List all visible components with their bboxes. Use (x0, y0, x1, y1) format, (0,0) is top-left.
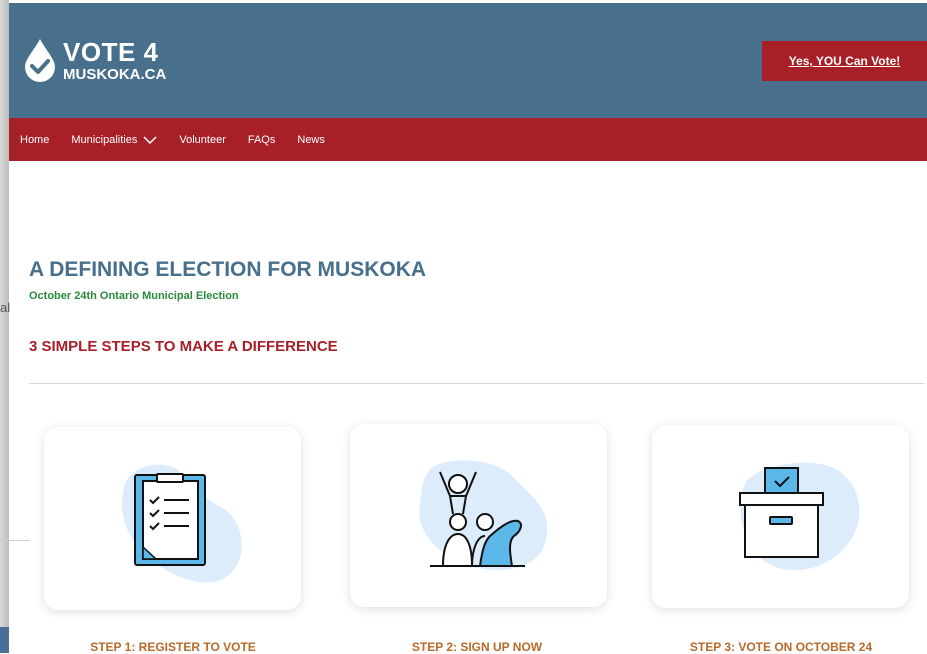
nav-item-home[interactable]: Home (20, 134, 49, 146)
step-3-label[interactable]: STEP 3: VOTE ON OCTOBER 24 (651, 640, 911, 654)
step-2-label[interactable]: STEP 2: SIGN UP NOW (347, 640, 607, 654)
site-logo[interactable]: VOTE 4 MUSKOKA.CA (23, 37, 166, 83)
ballot-box-icon (739, 462, 860, 571)
main-nav: Home Municipalities Volunteer FAQs News (9, 118, 927, 161)
section-divider (29, 383, 925, 384)
step-card-sign-up[interactable] (350, 424, 607, 607)
clipboard-icon (122, 464, 242, 583)
chevron-down-icon (143, 135, 157, 144)
nav-item-volunteer[interactable]: Volunteer (179, 134, 225, 146)
logo-title: VOTE 4 (63, 36, 159, 67)
nav-item-news[interactable]: News (297, 134, 325, 146)
background-divider (0, 540, 30, 541)
nav-item-municipalities[interactable]: Municipalities (71, 134, 157, 146)
section-heading: 3 SIMPLE STEPS TO MAKE A DIFFERENCE (29, 338, 338, 355)
background-partial-text: al (0, 300, 11, 315)
page-subtitle: October 24th Ontario Municipal Election (29, 290, 239, 302)
site-header: VOTE 4 MUSKOKA.CA Yes, YOU Can Vote! (9, 3, 927, 118)
step-card-vote[interactable] (652, 425, 909, 608)
step-1-label[interactable]: STEP 1: REGISTER TO VOTE (43, 640, 303, 654)
step-card-register[interactable] (44, 427, 301, 610)
drop-check-icon (25, 39, 55, 82)
people-cheering-icon (419, 460, 548, 570)
logo-subtitle: MUSKOKA.CA (63, 65, 167, 83)
yes-you-can-vote-button[interactable]: Yes, YOU Can Vote! (762, 41, 927, 81)
nav-item-faqs[interactable]: FAQs (248, 134, 276, 146)
page-title: A DEFINING ELECTION FOR MUSKOKA (29, 258, 427, 281)
background-window-edge (0, 0, 9, 653)
background-blue-block (0, 627, 9, 653)
